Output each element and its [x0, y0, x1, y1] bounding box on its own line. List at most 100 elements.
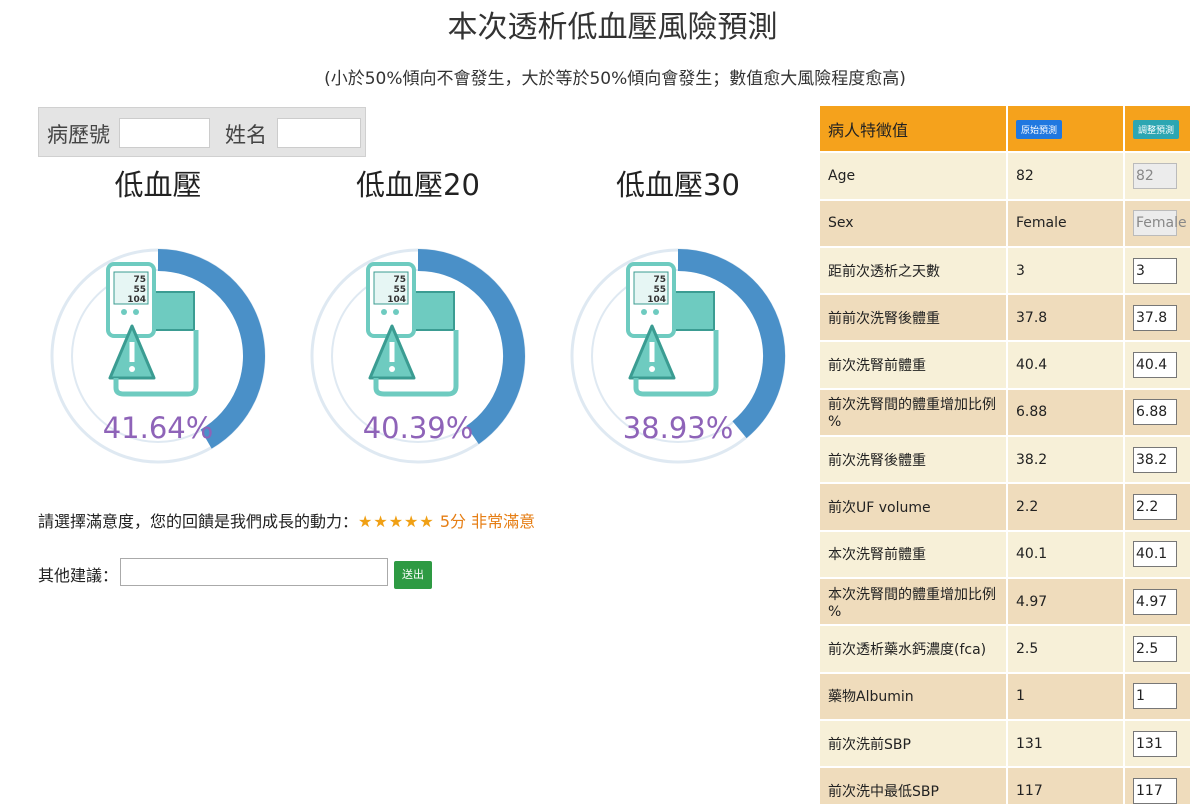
patient-id-bar: 病歷號 姓名	[38, 107, 366, 157]
feature-value: 117	[1006, 766, 1125, 804]
feature-row: 前次洗腎間的體重增加比例 % 6.88 6.88	[818, 387, 1190, 438]
feature-input: Female	[1133, 210, 1187, 237]
feature-input[interactable]: 2.5	[1133, 635, 1177, 662]
feature-input-cell: 117	[1123, 766, 1190, 804]
feature-row: 距前次透析之天數 3 3	[818, 245, 1190, 296]
feature-name: 前次洗腎間的體重增加比例 %	[818, 387, 1008, 438]
feature-input[interactable]: 2.2	[1133, 494, 1177, 521]
suggestion-input[interactable]	[120, 558, 388, 586]
feature-input-cell: Female	[1123, 198, 1190, 248]
feature-input-cell: 6.88	[1123, 387, 1190, 438]
feature-row: 前次洗腎前體重 40.4 40.4	[818, 340, 1190, 390]
feature-input-cell: 37.8	[1123, 293, 1190, 343]
blood-pressure-warning-icon: 7555104	[106, 262, 199, 397]
feature-value: 82	[1006, 151, 1125, 201]
suggestion-row: 其他建議： 送出	[38, 558, 432, 589]
feature-value: 38.2	[1006, 435, 1125, 485]
gauge-ring: 7555104 41.64%	[50, 248, 266, 464]
feature-input-cell: 2.2	[1123, 482, 1190, 532]
feature-input-cell: 131	[1123, 718, 1190, 769]
record-number-input[interactable]	[119, 118, 210, 148]
feature-name: 前次洗腎前體重	[818, 340, 1008, 390]
feature-input-cell: 4.97	[1123, 576, 1190, 627]
adjust-predict-button[interactable]: 調整預測	[1133, 120, 1180, 140]
gauge-hypotension: 低血壓 75 55 104 41.64%	[38, 160, 278, 500]
feature-input[interactable]: 131	[1133, 730, 1177, 757]
gauge-percent: 40.39%	[363, 411, 474, 445]
rating-score: 5分 非常滿意	[439, 512, 536, 531]
feature-row: 前次洗腎後體重 38.2 38.2	[818, 435, 1190, 485]
patient-name-input[interactable]	[277, 118, 361, 148]
feature-row: 藥物Albumin 1 1	[818, 671, 1190, 721]
original-predict-button[interactable]: 原始預測	[1016, 120, 1063, 140]
gauge-ring: 7555104 40.39%	[310, 248, 526, 464]
feature-name: 前次透析藥水鈣濃度(fca)	[818, 624, 1008, 674]
monitor-reading: 55	[653, 285, 666, 295]
feature-name: 藥物Albumin	[818, 671, 1008, 721]
gauge-hypotension-20: 低血壓20 75 55 104 40.39%	[298, 160, 538, 500]
feature-input-cell: 40.4	[1123, 340, 1190, 390]
blood-pressure-warning-icon: 7555104	[366, 262, 459, 397]
features-header-row: 病人特徵值 原始預測 調整預測	[818, 104, 1190, 154]
gauge-arc	[677, 249, 785, 439]
feature-input[interactable]: 1	[1133, 683, 1177, 710]
feature-name: 前次洗腎後體重	[818, 435, 1008, 485]
rating-prompt: 請選擇滿意度，您的回饋是我們成長的動力：	[38, 512, 359, 531]
monitor-reading: 75	[133, 275, 146, 285]
gauge-title: 低血壓	[114, 168, 202, 202]
feature-value: Female	[1006, 198, 1125, 248]
feature-value: 1	[1006, 671, 1125, 721]
feature-row: Sex Female Female	[818, 198, 1190, 248]
adjust-predict-cell: 調整預測	[1123, 104, 1190, 154]
feature-row: 前前次洗腎後體重 37.8 37.8	[818, 293, 1190, 343]
feature-name: Sex	[818, 198, 1008, 248]
gauge-title: 低血壓20	[356, 168, 480, 202]
feature-input: 82	[1133, 162, 1177, 189]
satisfaction-rating: 請選擇滿意度，您的回饋是我們成長的動力：★★★★★ 5分 非常滿意	[38, 508, 535, 532]
feature-input[interactable]: 40.1	[1133, 541, 1177, 568]
feature-name: 前次洗前SBP	[818, 718, 1008, 769]
feature-input[interactable]: 3	[1133, 257, 1177, 284]
features-header: 病人特徵值	[818, 104, 1008, 154]
feature-input-cell: 2.5	[1123, 624, 1190, 674]
blood-pressure-warning-icon: 7555104	[626, 262, 719, 397]
feature-row: 前次洗中最低SBP 117 117	[818, 766, 1190, 804]
page-subtitle: (小於50%傾向不會發生，大於等於50%傾向會發生；數值愈大風險程度愈高)	[324, 69, 906, 89]
feature-name: Age	[818, 151, 1008, 201]
gauge-percent: 41.64%	[103, 411, 214, 445]
feature-name: 距前次透析之天數	[818, 245, 1008, 296]
features-table: 病人特徵值 原始預測 調整預測 Age 82 82 Sex Female Female 距前…	[818, 104, 1190, 804]
monitor-reading: 75	[393, 275, 406, 285]
feature-input[interactable]: 37.8	[1133, 304, 1177, 331]
rating-stars[interactable]: ★★★★★	[358, 512, 435, 531]
suggestion-label: 其他建議：	[38, 566, 119, 585]
feature-input-cell: 38.2	[1123, 435, 1190, 485]
feature-row: 前次UF volume 2.2 2.2	[818, 482, 1190, 532]
gauge-title: 低血壓30	[616, 168, 740, 202]
feature-input[interactable]: 38.2	[1133, 446, 1177, 473]
feature-value: 4.97	[1006, 576, 1125, 627]
feature-name: 前次洗中最低SBP	[818, 766, 1008, 804]
gauge-hypotension-30: 低血壓30 75 55 104 38.93%	[558, 160, 798, 500]
feature-input[interactable]: 4.97	[1133, 588, 1177, 615]
feature-name: 前次UF volume	[818, 482, 1008, 532]
feature-row: 本次洗腎前體重 40.1 40.1	[818, 529, 1190, 579]
feature-input[interactable]: 40.4	[1133, 352, 1177, 379]
gauge-ring: 7555104 38.93%	[570, 248, 786, 464]
monitor-reading: 104	[387, 295, 406, 305]
feature-value: 131	[1006, 718, 1125, 769]
send-button[interactable]: 送出	[394, 561, 432, 589]
feature-value: 37.8	[1006, 293, 1125, 343]
gauge-percent: 38.93%	[623, 411, 734, 445]
original-predict-cell: 原始預測	[1006, 104, 1125, 154]
monitor-reading: 55	[133, 285, 146, 295]
feature-row: 前次透析藥水鈣濃度(fca) 2.5 2.5	[818, 624, 1190, 674]
page-title: 本次透析低血壓風險預測	[447, 10, 778, 45]
feature-value: 2.2	[1006, 482, 1125, 532]
feature-input-cell: 1	[1123, 671, 1190, 721]
monitor-reading: 55	[393, 285, 406, 295]
monitor-reading: 75	[653, 275, 666, 285]
feature-value: 6.88	[1006, 387, 1125, 438]
patient-name-label: 姓名	[225, 123, 267, 147]
feature-input[interactable]: 6.88	[1133, 399, 1177, 426]
